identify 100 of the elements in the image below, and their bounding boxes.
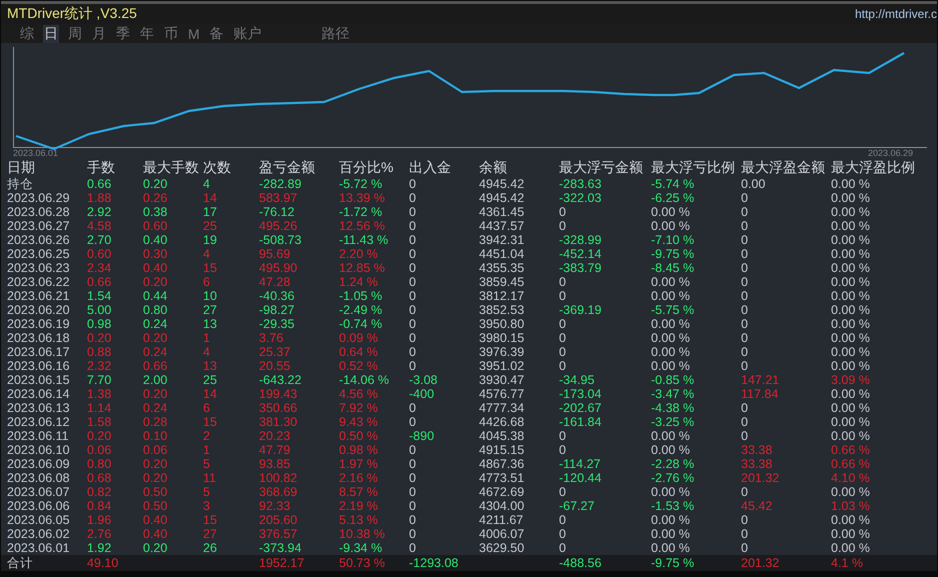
table-cell: 0 (559, 205, 566, 219)
column-header: 次数 (203, 159, 231, 175)
table-cell: 0.00 % (831, 541, 870, 555)
table-cell: 0.00 % (831, 387, 870, 401)
table-cell: 0 (559, 331, 566, 345)
table-cell: 0 (409, 345, 416, 359)
tab[interactable]: 季 (115, 24, 131, 43)
table-cell: 0.00 % (831, 191, 870, 205)
tab[interactable]: 综 (19, 24, 35, 43)
table-cell: -7.10 % (651, 233, 694, 247)
table-cell: 2023.06.02 (7, 527, 70, 541)
table-cell: 0 (741, 331, 748, 345)
table-cell: 3812.17 (479, 289, 524, 303)
table-cell: 2023.06.10 (7, 443, 70, 457)
column-header: 日期 (7, 159, 35, 175)
table-cell: -9.75 % (651, 247, 694, 261)
table-cell: 0 (409, 303, 416, 317)
table-cell: -643.22 (259, 373, 302, 387)
table-cell: 0.20 (143, 541, 168, 555)
table-cell: 4.10 % (831, 471, 870, 485)
tab[interactable]: 月 (91, 24, 107, 43)
table-cell: 0 (409, 261, 416, 275)
table-cell: 0 (409, 289, 416, 303)
table-cell: 0.00 % (831, 401, 870, 415)
tab[interactable]: 币 (163, 24, 179, 43)
table-cell: 1.03 % (831, 499, 870, 513)
table-cell: 0 (409, 415, 416, 429)
table-cell: -114.27 (559, 457, 600, 471)
table-cell: 4.1 % (831, 556, 863, 570)
table-cell: 0 (741, 289, 748, 303)
table-cell: 0.50 % (339, 429, 378, 443)
tab[interactable]: 日 (43, 24, 59, 43)
tab[interactable]: 周 (67, 24, 83, 43)
table-cell: 0.00 % (831, 219, 870, 233)
table-cell: -161.84 (559, 415, 602, 429)
table-cell: 0.06 (87, 443, 112, 457)
column-header: 最大浮亏金额 (559, 159, 643, 175)
table-cell: 0.24 (143, 401, 168, 415)
table-cell: 2.19 % (339, 499, 378, 513)
table-cell: 4 (203, 177, 210, 191)
tab[interactable]: M (187, 26, 201, 42)
table-cell: 15 (203, 415, 217, 429)
table-cell: 0 (409, 359, 416, 373)
table-cell: 6 (203, 275, 210, 289)
table-cell: 5 (203, 457, 210, 471)
table-cell: 0.20 (87, 331, 112, 345)
tab[interactable]: 账户 (232, 24, 263, 43)
table-cell: 0 (409, 317, 416, 331)
table-cell: 201.32 (741, 471, 780, 485)
table-cell: 0.00 % (831, 485, 870, 499)
table-cell: 2023.06.14 (7, 387, 70, 401)
table-cell: 20.23 (259, 429, 290, 443)
table-cell: 3859.45 (479, 275, 524, 289)
table-cell: 0.60 (143, 219, 168, 233)
table-cell: 14 (203, 387, 217, 401)
table-cell: 7.92 % (339, 401, 378, 415)
url-link[interactable]: http://mtdriver.c (854, 7, 937, 22)
table-cell: 0 (559, 359, 566, 373)
table-cell: 0 (409, 233, 416, 247)
table-cell: 3852.53 (479, 303, 524, 317)
table-cell: 1.96 (87, 513, 112, 527)
table-cell: 50.73 % (339, 556, 385, 570)
table-cell: 2023.06.23 (7, 261, 70, 275)
table-cell: 47.79 (259, 443, 290, 457)
table-cell: 0 (409, 191, 416, 205)
table-cell: 2023.06.25 (7, 247, 70, 261)
table-cell: 0 (741, 261, 748, 275)
column-header: 百分比% (339, 159, 394, 175)
table-cell: 0.20 (143, 387, 168, 401)
table-cell: 0 (409, 247, 416, 261)
table-cell: 14 (203, 191, 217, 205)
table-cell: 4777.34 (479, 401, 524, 415)
table-cell: 0 (741, 429, 748, 443)
table-cell: 3629.50 (479, 541, 524, 555)
table-cell: 0 (559, 541, 566, 555)
table-cell: 0 (559, 513, 566, 527)
table-cell: 376.57 (259, 527, 298, 541)
table-cell: 0 (409, 541, 416, 555)
table-cell: 0.09 % (339, 331, 378, 345)
tab[interactable]: 路径 (320, 24, 351, 43)
table-cell: 0 (741, 247, 748, 261)
table-cell: 25 (203, 219, 217, 233)
table-cell: 13 (203, 317, 217, 331)
table-cell: 25 (203, 373, 217, 387)
table-cell: 0 (559, 219, 566, 233)
table-cell: 2023.06.21 (7, 289, 70, 303)
table-cell: -1293.08 (409, 556, 458, 570)
table-cell: 27 (203, 527, 217, 541)
table-cell: 92.33 (259, 499, 290, 513)
table-cell: 1952.17 (259, 556, 304, 570)
table-cell: 4.56 % (339, 387, 378, 401)
table-cell: 0.40 (143, 261, 168, 275)
table-cell: 0 (741, 345, 748, 359)
table-cell: 0.64 % (339, 345, 378, 359)
tab[interactable]: 备 (208, 24, 225, 43)
tab[interactable]: 年 (139, 24, 155, 43)
table-cell: 0.24 (143, 317, 168, 331)
table-cell: 4867.36 (479, 457, 524, 471)
table-cell: 0.40 (143, 513, 168, 527)
table-cell: 205.60 (259, 513, 298, 527)
